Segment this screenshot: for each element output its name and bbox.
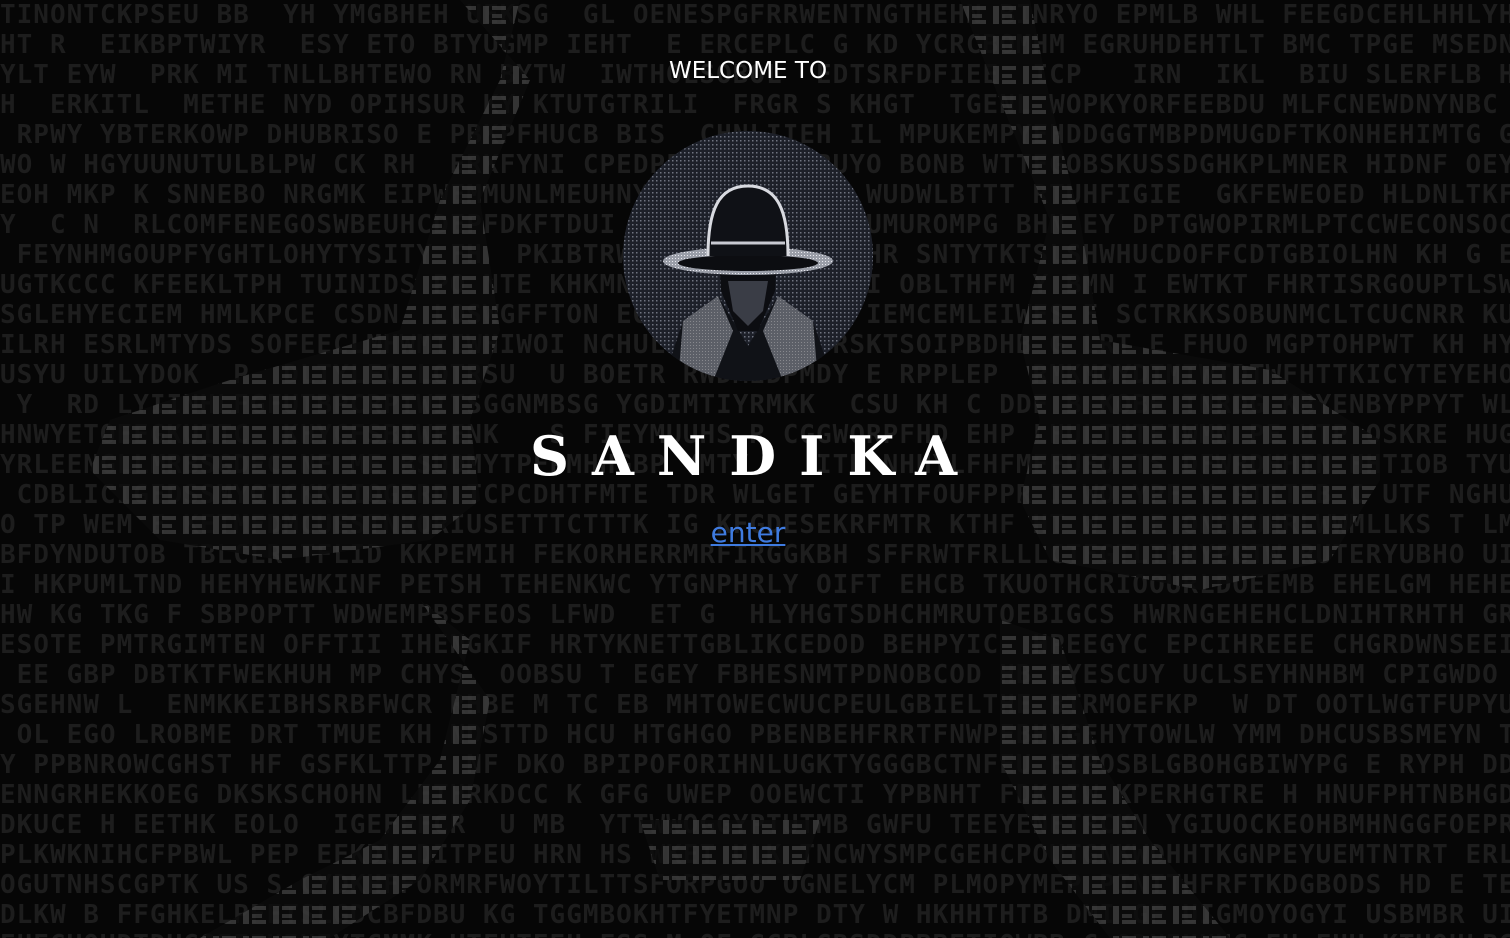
landing-page: TINONTCKPSEU BB YH YMGBHEH UEKSG GL OENE… bbox=[0, 0, 1510, 938]
hooded-man-icon bbox=[623, 131, 873, 381]
avatar bbox=[623, 131, 873, 381]
enter-link[interactable]: enter bbox=[711, 516, 786, 549]
enter-container: enter bbox=[0, 516, 1496, 549]
welcome-heading: WELCOME TO bbox=[668, 58, 828, 84]
brand-title: SANDIKA bbox=[530, 424, 980, 488]
hero: WELCOME TO SANDIKA enter bbox=[0, 0, 1510, 938]
